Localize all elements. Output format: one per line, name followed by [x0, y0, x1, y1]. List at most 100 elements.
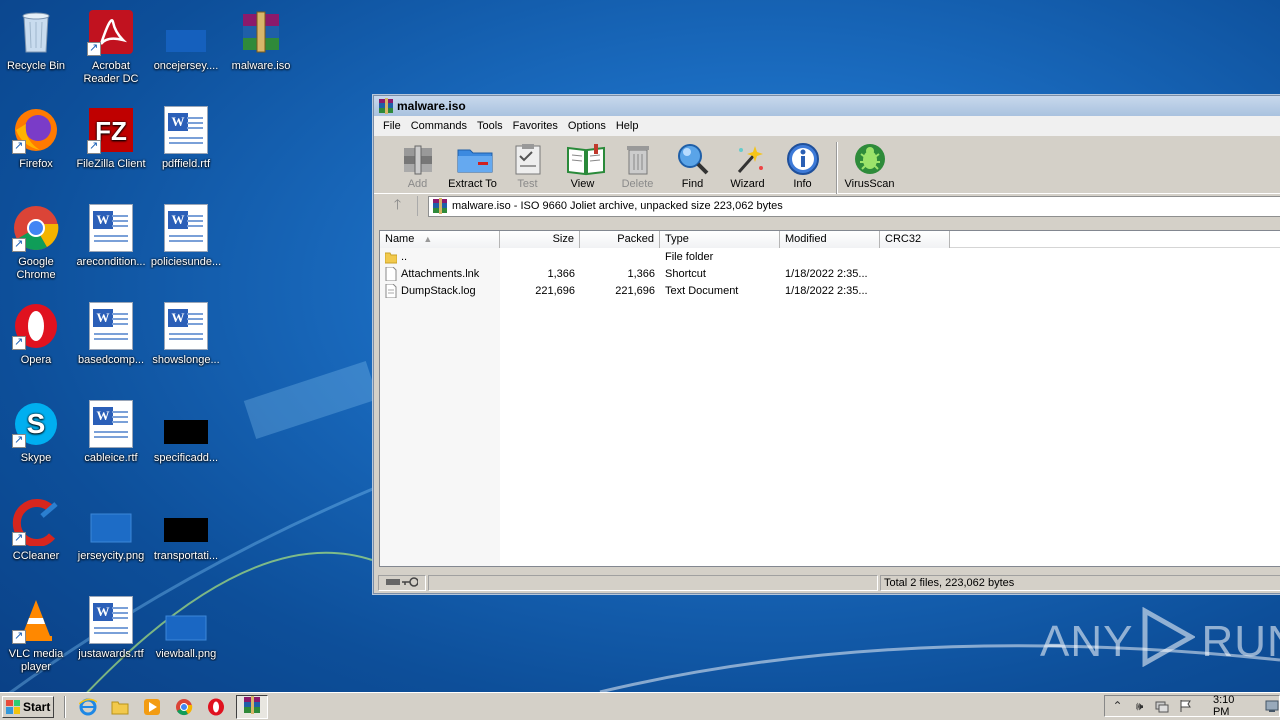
- desktop-icon-firefox[interactable]: Firefox: [0, 106, 74, 171]
- add-button[interactable]: Add: [390, 142, 445, 190]
- menu-tools[interactable]: Tools: [472, 118, 508, 134]
- desktop-icon-word-doc[interactable]: W pdffield.rtf: [148, 106, 224, 171]
- up-one-level-button[interactable]: 🡑: [378, 196, 418, 216]
- window-titlebar[interactable]: malware.iso: [374, 96, 1280, 116]
- shortcut-arrow-icon: [87, 41, 101, 56]
- menu-file[interactable]: File: [378, 118, 406, 134]
- row-size: 1,366: [547, 267, 575, 280]
- desktop-icon-oncejersey[interactable]: oncejersey....: [148, 8, 224, 73]
- desktop-icon-word-doc[interactable]: W arecondition...: [73, 204, 149, 269]
- toolbar-separator: [836, 142, 838, 194]
- desktop-icon-png[interactable]: jerseycity.png: [73, 498, 149, 563]
- table-row[interactable]: DumpStack.log 221,696 221,696 Text Docum…: [380, 282, 1280, 299]
- column-crc32-header[interactable]: CRC32: [880, 231, 950, 248]
- windows-logo-icon: [6, 699, 20, 714]
- desktop-icon-label: VLC media player: [8, 648, 64, 673]
- clock[interactable]: 3:10 PM: [1213, 694, 1251, 718]
- column-modified-header[interactable]: Modified: [780, 231, 880, 248]
- desktop-icon-label: Acrobat Reader DC: [83, 60, 139, 85]
- filezilla-icon: FZ: [87, 106, 135, 154]
- media-player-icon[interactable]: [143, 698, 161, 716]
- menu-commands[interactable]: Commands: [406, 118, 472, 134]
- delete-button[interactable]: Delete: [610, 142, 665, 190]
- desktop-icon-google-chrome[interactable]: Google Chrome: [0, 204, 74, 282]
- desktop-icon-word-doc[interactable]: W policiesunde...: [148, 204, 224, 269]
- chrome-icon[interactable]: [175, 698, 193, 716]
- show-hidden-icons-icon[interactable]: ⌃: [1111, 699, 1124, 713]
- file-list[interactable]: Name ▲ Size Packed Type Modified CRC32 .…: [379, 230, 1280, 567]
- winrar-icon: [432, 198, 448, 214]
- desktop-icon-recycle-bin[interactable]: Recycle Bin: [0, 8, 74, 73]
- start-button[interactable]: Start: [2, 695, 54, 718]
- path-field[interactable]: malware.iso - ISO 9660 Joliet archive, u…: [428, 195, 1280, 217]
- view-book-icon: [566, 142, 605, 176]
- firefox-icon: [12, 106, 60, 154]
- desktop-icon-png[interactable]: viewball.png: [148, 596, 224, 661]
- extract-folder-icon: [456, 142, 492, 176]
- row-name-cell: Attachments.lnk: [380, 266, 500, 281]
- desktop-icon-word-doc[interactable]: W justawards.rtf: [73, 596, 149, 661]
- svg-text:S: S: [27, 408, 46, 439]
- desktop-icon-malware-iso[interactable]: malware.iso: [223, 8, 299, 73]
- desktop-icon-label: Google Chrome: [16, 256, 56, 281]
- desktop-icon-label: basedcomp...: [77, 354, 145, 366]
- network-icon[interactable]: [1155, 699, 1169, 713]
- row-modified: 1/18/2022 2:35...: [785, 284, 868, 297]
- chrome-icon: [12, 204, 60, 252]
- row-packed: 1,366: [627, 267, 655, 280]
- table-row[interactable]: Attachments.lnk 1,366 1,366 Shortcut 1/1…: [380, 265, 1280, 282]
- desktop-icon-ccleaner[interactable]: CCleaner: [0, 498, 74, 563]
- desktop-icon-word-doc[interactable]: W basedcomp...: [73, 302, 149, 367]
- taskbar-winrar-button[interactable]: [236, 694, 268, 719]
- test-clipboard-icon: [511, 142, 545, 176]
- desktop-icon-skype[interactable]: S Skype: [0, 400, 74, 465]
- view-button[interactable]: View: [555, 142, 610, 190]
- desktop-icon-label: FileZilla Client: [76, 158, 146, 170]
- start-label: Start: [23, 699, 51, 714]
- file-explorer-icon[interactable]: [111, 698, 129, 716]
- opera-icon[interactable]: [207, 698, 225, 716]
- desktop-icon-label: arecondition...: [76, 256, 146, 268]
- desktop-icon-vlc[interactable]: VLC media player: [0, 596, 74, 674]
- key-icon: [402, 576, 419, 590]
- desktop-icon-filezilla[interactable]: FZ FileZilla Client: [73, 106, 149, 171]
- menu-options[interactable]: Options: [563, 118, 611, 134]
- status-drive-key-area[interactable]: [378, 575, 426, 591]
- internet-explorer-icon[interactable]: [78, 698, 98, 716]
- volume-icon[interactable]: 🕪: [1133, 699, 1146, 713]
- desktop-icon-acrobat[interactable]: Acrobat Reader DC: [73, 8, 149, 86]
- black-thumbnail-icon: [162, 498, 210, 546]
- virusscan-button[interactable]: VirusScan: [842, 142, 897, 190]
- menu-favorites[interactable]: Favorites: [508, 118, 563, 134]
- trash-icon: [621, 142, 655, 176]
- folder-icon: [384, 250, 398, 264]
- add-archive-icon: [401, 142, 435, 176]
- taskbar: Start ⌃ 🕪 3:10 PM: [0, 692, 1280, 720]
- menu-bar: File Commands Tools Favorites Options He…: [374, 116, 1280, 136]
- table-row[interactable]: .. File folder: [380, 248, 1280, 265]
- show-desktop-icon[interactable]: [1265, 699, 1279, 713]
- file-icon: [162, 8, 210, 56]
- column-type-header[interactable]: Type: [660, 231, 780, 248]
- find-button[interactable]: Find: [665, 142, 720, 190]
- menu-help[interactable]: Help: [611, 118, 644, 134]
- desktop-icon-word-doc[interactable]: W showslonge...: [148, 302, 224, 367]
- wizard-button[interactable]: Wizard: [720, 142, 775, 190]
- column-size-header[interactable]: Size: [500, 231, 580, 248]
- column-packed-header[interactable]: Packed: [580, 231, 660, 248]
- system-tray: ⌃ 🕪 3:10 PM: [1104, 694, 1280, 718]
- shortcut-arrow-icon: [12, 531, 26, 546]
- desktop-icon-specificadd[interactable]: specificadd...: [148, 400, 224, 465]
- sort-ascending-icon: ▲: [423, 234, 433, 244]
- desktop-icon-word-doc[interactable]: W cableice.rtf: [73, 400, 149, 465]
- action-center-flag-icon[interactable]: [1178, 699, 1192, 713]
- info-button[interactable]: Info: [775, 142, 830, 190]
- desktop-icon-label: showslonge...: [152, 354, 220, 366]
- extract-to-button[interactable]: Extract To: [445, 142, 500, 190]
- desktop-icon-transportati[interactable]: transportati...: [148, 498, 224, 563]
- desktop-icon-opera[interactable]: Opera: [0, 302, 74, 367]
- test-button[interactable]: Test: [500, 142, 555, 190]
- taskbar-separator: [64, 695, 66, 718]
- column-name-header[interactable]: Name ▲: [380, 231, 500, 248]
- shortcut-arrow-icon: [87, 139, 101, 154]
